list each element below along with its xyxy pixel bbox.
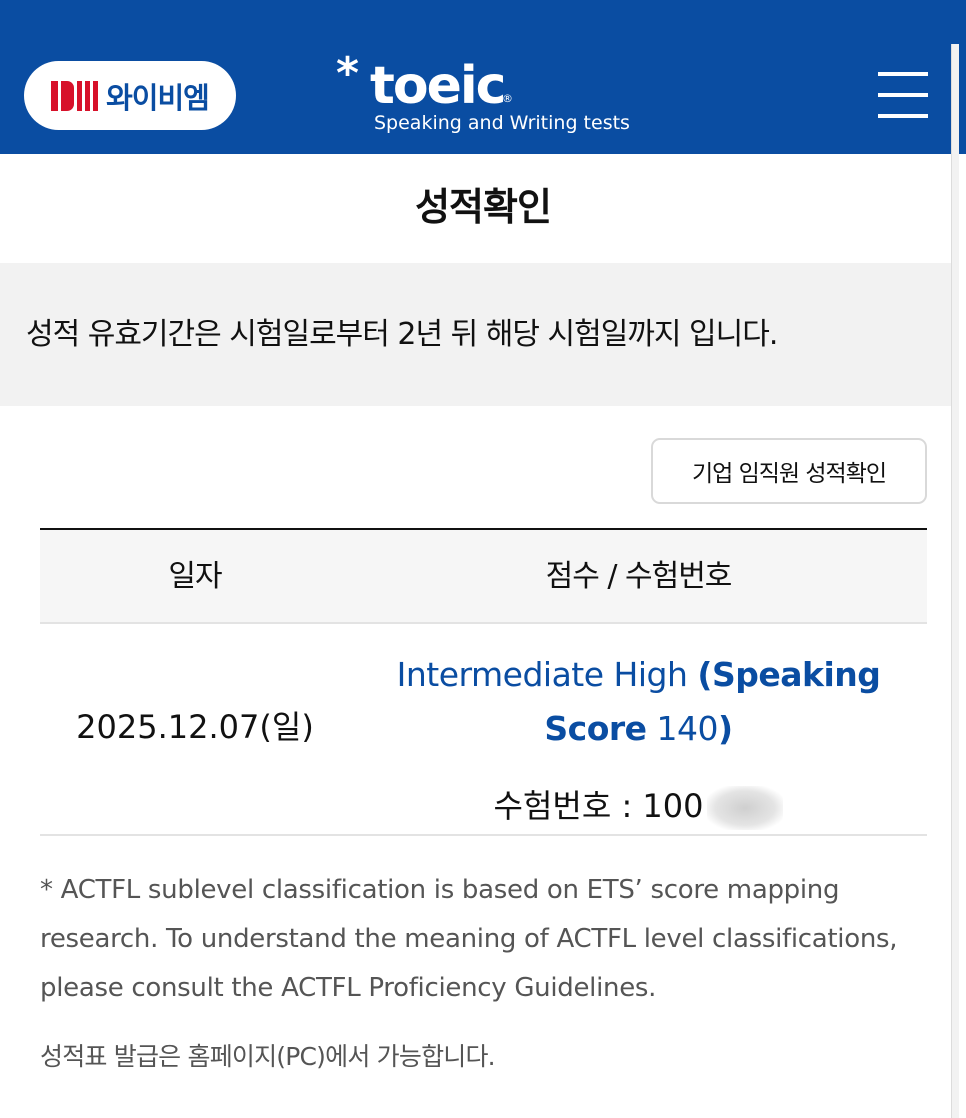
toeic-star-icon: * <box>336 48 360 99</box>
site-header: 와이비엠 * toeic ® Speaking and Writing test… <box>0 0 966 154</box>
exam-number: 수험번호 : 100 <box>350 779 927 833</box>
validity-notice-text: 성적 유효기간은 시험일로부터 2년 뒤 해당 시험일까지 입니다. <box>26 317 778 352</box>
exam-number-value: 100 <box>642 787 704 825</box>
registered-mark: ® <box>502 92 513 105</box>
ybm-logo-mark-icon <box>51 80 99 111</box>
validity-notice: 성적 유효기간은 시험일로부터 2년 뒤 해당 시험일까지 입니다. <box>0 263 951 406</box>
score-table-header: 일자 점수 / 수험번호 <box>40 528 927 624</box>
exam-date: 2025.12.07(일) <box>76 708 314 746</box>
hamburger-menu-icon[interactable] <box>878 72 930 118</box>
proficiency-level: Intermediate High <box>396 655 688 694</box>
corporate-score-check-button[interactable]: 기업 임직원 성적확인 <box>651 438 927 504</box>
score-open: (Speaking <box>697 655 881 694</box>
toeic-wordmark: toeic <box>370 56 506 116</box>
redacted-exam-number <box>707 786 784 830</box>
ybm-logo-text: 와이비엠 <box>106 80 210 115</box>
table-row: 2025.12.07(일) Intermediate High (Speakin… <box>40 624 927 836</box>
ybm-logo[interactable]: 와이비엠 <box>24 61 236 130</box>
exam-number-label: 수험번호 : <box>493 787 643 825</box>
toeic-subtitle: Speaking and Writing tests <box>374 112 630 134</box>
score-report-issue-note: 성적표 발급은 홈페이지(PC)에서 가능합니다. <box>40 1042 496 1071</box>
score-value: 140 <box>656 709 719 748</box>
score-result[interactable]: Intermediate High (Speaking Score 140) <box>350 648 927 756</box>
page-title: 성적확인 <box>415 185 552 229</box>
actfl-footnote: * ACTFL sublevel classification is based… <box>40 875 898 1003</box>
score-close: ) <box>718 709 733 748</box>
toeic-logo[interactable]: * toeic ® Speaking and Writing tests <box>336 52 636 142</box>
score-table: 일자 점수 / 수험번호 2025.12.07(일) Intermediate … <box>40 528 927 836</box>
column-header-score: 점수 / 수험번호 <box>545 559 733 594</box>
score-label: Score <box>544 709 647 748</box>
column-header-date: 일자 <box>168 559 222 594</box>
